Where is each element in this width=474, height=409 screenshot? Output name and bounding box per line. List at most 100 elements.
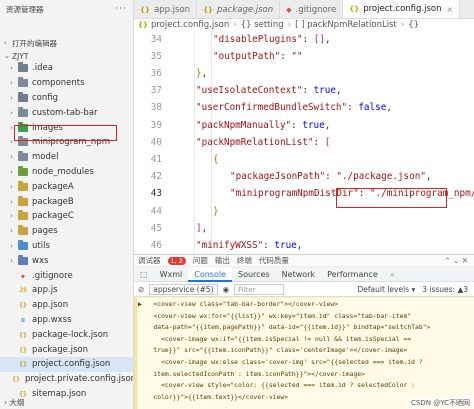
- output-tab[interactable]: 输出: [215, 255, 230, 266]
- tree-item-label: pages: [32, 226, 58, 237]
- code-token: true: [313, 85, 336, 97]
- code-token: :: [325, 171, 337, 183]
- chevron-right-icon: ›: [10, 256, 13, 265]
- tree-item[interactable]: ◆ .gitignore: [0, 268, 133, 283]
- tree-item-label: app.wxss: [32, 314, 72, 325]
- more-tabs-icon[interactable]: »: [384, 267, 401, 282]
- tree-item-label: package.json: [32, 344, 88, 355]
- tab-console[interactable]: Console: [188, 266, 232, 282]
- issues-counter[interactable]: 3 issues: ▲3: [422, 285, 474, 294]
- tree-item[interactable]: ≋ app.wxss: [0, 313, 133, 328]
- tree-item[interactable]: › miniprogram_npm: [0, 135, 133, 150]
- code-token: ,: [201, 222, 208, 234]
- tree-item[interactable]: {} app.json: [0, 298, 133, 313]
- tree-item-label: project.config.json: [32, 359, 111, 370]
- tree-item[interactable]: › model: [0, 150, 133, 165]
- console-log-line: color}}">{{item.text}}</cover-view>: [138, 392, 289, 401]
- tree-item[interactable]: {} project.private.config.json: [0, 372, 133, 387]
- code-token: "disablePlugins": [213, 33, 303, 45]
- js-file-icon: JS: [19, 286, 27, 295]
- tab-gitignore[interactable]: ◆ .gitignore: [280, 0, 344, 18]
- tree-item[interactable]: › utils: [0, 239, 133, 254]
- package-folder-icon: [18, 180, 28, 191]
- tab-label: package.json: [217, 4, 274, 15]
- open-editors-section[interactable]: › 打开的编辑器: [0, 37, 57, 50]
- code-content: "packageJsonPath": "./package.json",: [196, 171, 432, 182]
- tree-item[interactable]: › components: [0, 76, 133, 91]
- clear-console-icon[interactable]: ⊘: [138, 285, 144, 294]
- tree-item[interactable]: › node_modules: [0, 165, 133, 180]
- problems-tab[interactable]: 问题: [193, 255, 208, 266]
- tab-package-json[interactable]: {} package.json: [197, 0, 281, 18]
- chevron-right-icon: ›: [10, 138, 13, 147]
- tab-project-config-json[interactable]: {} project.config.json ×: [343, 0, 461, 18]
- tree-item[interactable]: › packageC: [0, 209, 133, 224]
- json-file-icon: {}: [19, 360, 27, 369]
- watermark: CSDN @YC不晒网: [409, 398, 472, 408]
- code-content: }: [179, 206, 219, 217]
- line-number: 45: [150, 222, 162, 234]
- tree-item[interactable]: › images: [0, 120, 133, 135]
- breadcrumb-item[interactable]: {} setting: [241, 20, 284, 30]
- breadcrumb-item[interactable]: {}: [408, 20, 419, 30]
- breadcrumb-item[interactable]: [ ] packNpmRelationList: [295, 20, 397, 30]
- code-token: ,: [386, 102, 392, 114]
- code-token: :: [313, 136, 325, 148]
- tree-item[interactable]: {} project.config.json: [0, 357, 133, 372]
- explorer-title: 资源管理器: [6, 5, 44, 14]
- tree-item-label: packageB: [32, 196, 74, 207]
- debugger-panel: 调试器 1, 2 问题 输出 终端 代码质量 ⌃ ⌄ ✕ ⬚ Wxml Cons…: [134, 254, 474, 409]
- chevron-right-icon: ›: [10, 227, 13, 236]
- tab-performance[interactable]: Performance: [321, 267, 384, 282]
- tree-item[interactable]: {} package.json: [0, 342, 133, 357]
- tree-item[interactable]: › wxs: [0, 253, 133, 268]
- console-output[interactable]: ▶ <cover-view class="tab-bar-border"></c…: [134, 297, 474, 409]
- tree-item-label: app.json: [32, 300, 69, 311]
- log-levels-select[interactable]: Default levels ▾: [358, 285, 416, 294]
- debugger-title[interactable]: 调试器: [138, 255, 161, 266]
- tab-wxml[interactable]: Wxml: [154, 267, 189, 282]
- json-file-icon: {}: [12, 375, 20, 384]
- tree-item[interactable]: › .idea: [0, 61, 133, 76]
- tab-app-json[interactable]: {} app.json: [134, 0, 198, 18]
- terminal-tab[interactable]: 终端: [237, 255, 252, 266]
- code-editor[interactable]: 34 "disablePlugins": [], 35 "outputPath": "…: [134, 31, 474, 254]
- tree-item[interactable]: › pages: [0, 224, 133, 239]
- breadcrumb-separator: ›: [233, 20, 237, 30]
- json-file-icon: {}: [140, 5, 150, 14]
- open-editors-label: 打开的编辑器: [12, 39, 57, 48]
- eye-icon[interactable]: ◉: [223, 285, 230, 294]
- tree-item[interactable]: JS app.js: [0, 283, 133, 298]
- json-file-icon: {}: [349, 5, 360, 13]
- outline-section[interactable]: › 大纲: [4, 397, 24, 409]
- tab-label: app.json: [153, 4, 191, 15]
- tree-item[interactable]: › custom-tab-bar: [0, 105, 133, 120]
- inspect-icon[interactable]: ⬚: [134, 267, 154, 282]
- panel-controls-icon[interactable]: ⌃ ⌄ ✕: [444, 256, 474, 265]
- tree-item[interactable]: › config: [0, 91, 133, 106]
- folder-icon: [18, 77, 28, 88]
- package-folder-icon: [18, 195, 28, 206]
- context-select[interactable]: appservice (#5): [149, 283, 218, 295]
- wxss-file-icon: ≋: [21, 315, 25, 324]
- tree-item[interactable]: {} package-lock.json: [0, 327, 133, 342]
- code-quality-tab[interactable]: 代码质量: [259, 255, 289, 266]
- code-token: ,: [324, 119, 331, 131]
- code-token: {: [213, 153, 219, 165]
- console-log-line: ▶ <cover-view class="tab-bar-border"></c…: [138, 300, 339, 308]
- console-log-line: true}}" src="{{item.iconPath}}" class='c…: [138, 346, 408, 355]
- close-icon[interactable]: ×: [447, 5, 454, 14]
- tree-item-label: images: [32, 122, 63, 133]
- outline-label: 大纲: [9, 398, 25, 407]
- code-token: ,: [335, 85, 342, 97]
- breadcrumb-item[interactable]: project.config.json: [151, 20, 229, 30]
- tab-network[interactable]: Network: [276, 267, 321, 282]
- code-token: [: [324, 136, 331, 148]
- tree-item-label: utils: [32, 240, 50, 251]
- tree-item[interactable]: › packageB: [0, 194, 133, 209]
- tree-item[interactable]: › packageA: [0, 179, 133, 194]
- tab-sources[interactable]: Sources: [232, 267, 276, 282]
- more-icon[interactable]: ···: [115, 0, 133, 19]
- filter-input[interactable]: Filter: [234, 283, 285, 295]
- code-token: "packageJsonPath": [230, 171, 326, 183]
